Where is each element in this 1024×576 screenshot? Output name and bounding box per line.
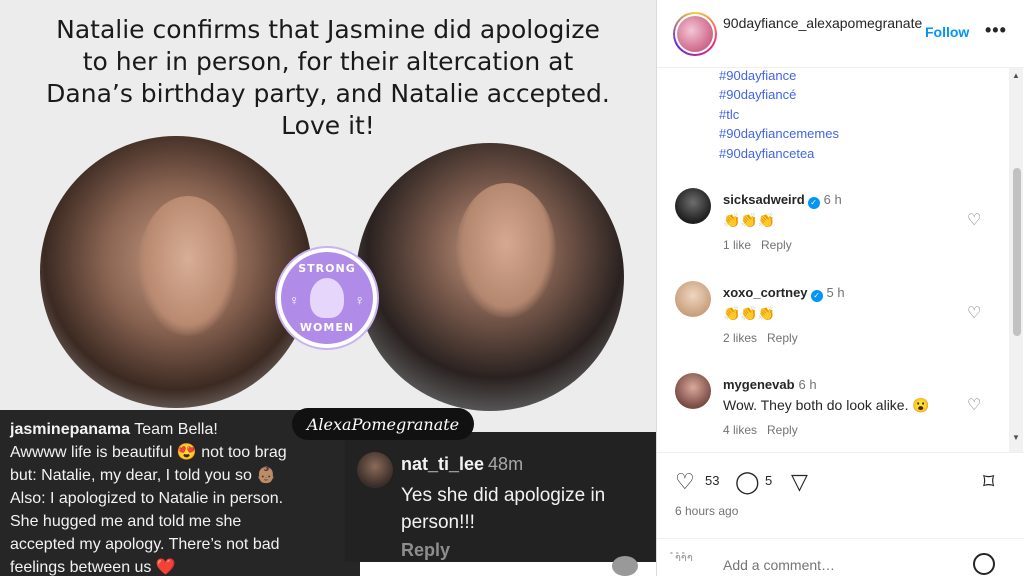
post-header: 90dayfiance_alexapomegranate Follow ••• <box>657 0 1024 68</box>
venus-icon: ♀ <box>289 292 300 308</box>
comment-count[interactable]: 5 <box>765 473 772 488</box>
comment-header: sicksadweird ✓ 6 h <box>723 192 842 209</box>
comment-bubble-icon[interactable]: ◯ <box>735 469 760 495</box>
portrait-natalie <box>356 143 624 411</box>
share-icon[interactable]: ▽ <box>791 469 808 495</box>
headline-line: Dana’s birthday party, and Natalie accep… <box>46 79 610 108</box>
face-shape <box>456 183 556 318</box>
verified-icon: ✓ <box>810 290 823 302</box>
comment-meta: 1 like Reply <box>723 238 802 252</box>
reply-button[interactable]: Reply <box>767 331 798 345</box>
scroll-down-icon[interactable]: ▼ <box>1012 433 1020 442</box>
reply-button[interactable]: Reply <box>767 423 798 437</box>
post-sidebar: 90dayfiance_alexapomegranate Follow ••• … <box>656 0 1024 576</box>
heart-icon[interactable]: ♡ <box>967 395 981 415</box>
scroll-up-icon[interactable]: ▲ <box>1012 71 1020 80</box>
badge-bottom-text: WOMEN <box>299 321 355 334</box>
comment-header: xoxo_cortney ✓ 5 h <box>723 285 845 302</box>
heart-icon[interactable]: ♡ <box>967 210 981 230</box>
comment-text: Yes she did apologize in person!!! <box>401 485 606 533</box>
comment-item: mygenevab 6 h Wow. They both do look alik… <box>657 373 1024 452</box>
reply-button[interactable]: Reply <box>761 238 792 252</box>
like-count[interactable]: 53 <box>705 473 719 488</box>
profile-avatar[interactable] <box>673 12 717 56</box>
post-image: Natalie confirms that Jasmine did apolog… <box>0 0 656 576</box>
heart-icon[interactable]: ♡ <box>967 303 981 323</box>
hashtag-link[interactable]: #90dayfiance <box>719 68 796 83</box>
verified-icon: ✓ <box>807 197 820 209</box>
strong-women-badge: STRONG WOMEN ♀ ♀ <box>277 248 377 348</box>
comment-time: 5 h <box>826 285 845 300</box>
profile-username[interactable]: 90dayfiance_alexapomegranate <box>723 14 928 33</box>
avatar[interactable] <box>675 281 711 317</box>
avatar <box>357 452 393 488</box>
comment-user[interactable]: mygenevab <box>723 377 795 392</box>
comment-user[interactable]: xoxo_cortney <box>723 285 808 300</box>
like-heart-icon[interactable]: ♡ <box>675 469 695 495</box>
hashtag-link[interactable]: #90dayfiancetea <box>719 146 814 161</box>
bookmark-icon[interactable]: ⌑ <box>983 469 994 495</box>
audio-icon[interactable] <box>612 556 638 576</box>
comment-item: xoxo_cortney ✓ 5 h 👏👏👏 2 likes Reply ♡ <box>657 281 1024 371</box>
likes-count[interactable]: 2 likes <box>723 331 757 345</box>
comment-user: jasminepanama <box>10 421 131 438</box>
likes-count[interactable]: 1 like <box>723 238 751 252</box>
comment-meta: 2 likes Reply <box>723 331 808 345</box>
headline-line: Natalie confirms that Jasmine did apolog… <box>56 15 600 44</box>
avatar-image <box>675 14 715 54</box>
comment-item: sicksadweird ✓ 6 h 👏👏👏 1 like Reply ♡ <box>657 188 1024 278</box>
comment-text: Awwww life is beautiful 😍 not too brag <box>10 444 287 461</box>
comment-header: nat_ti_lee 48m <box>401 454 523 475</box>
comment-text: Wow. They both do look alike. 😮 <box>723 397 930 413</box>
headline-line: Love it! <box>281 111 375 140</box>
comment-meta: 4 likes Reply <box>723 423 808 437</box>
post-actions: ♡ 53 ◯ 5 ▽ ⌑ 6 hours ago <box>657 452 1024 538</box>
comment-text: accepted my apology. There’s not bad <box>10 536 280 553</box>
hashtag-link[interactable]: #90dayfiancememes <box>719 126 839 141</box>
portrait-jasmine <box>40 136 312 408</box>
comment-user: nat_ti_lee <box>401 454 485 474</box>
scrollbar-thumb[interactable] <box>1013 168 1021 336</box>
hashtag-link[interactable]: #tlc <box>719 107 739 122</box>
comment-user[interactable]: sicksadweird <box>723 192 805 207</box>
screenshot-comment-natalie: nat_ti_lee 48m Yes she did apologize in p… <box>345 432 656 562</box>
hashtag-link[interactable]: #90dayfiancé <box>719 87 796 102</box>
posted-time[interactable]: 6 hours ago <box>675 504 738 518</box>
comment-prefix: ຳຳຳ <box>675 552 693 564</box>
headline-line: to her in person, for their altercation … <box>82 47 574 76</box>
comment-text: Team Bella! <box>130 421 218 438</box>
follow-button[interactable]: Follow <box>925 24 969 40</box>
avatar[interactable] <box>675 188 711 224</box>
comment-time: 6 h <box>798 377 817 392</box>
reply-label: Reply <box>401 540 451 560</box>
emoji-icon[interactable] <box>973 553 995 575</box>
comment-input[interactable] <box>723 557 963 573</box>
venus-icon: ♀ <box>354 292 366 308</box>
more-options-icon[interactable]: ••• <box>985 20 1007 41</box>
comment-text: Also: I apologized to Natalie in person. <box>10 490 284 507</box>
likes-count[interactable]: 4 likes <box>723 423 757 437</box>
post-headline: Natalie confirms that Jasmine did apolog… <box>0 14 656 142</box>
add-comment-bar: ຳຳຳ <box>657 538 1024 576</box>
comment-header: mygenevab 6 h <box>723 377 817 392</box>
comment-text: but: Natalie, my dear, I told you so 👶🏽 <box>10 467 277 484</box>
comment-time: 6 h <box>823 192 842 207</box>
woman-silhouette-icon <box>310 278 344 318</box>
comment-text: She hugged me and told me she <box>10 513 242 530</box>
face-shape <box>138 196 238 336</box>
comment-time: 48m <box>488 454 524 474</box>
avatar[interactable] <box>675 373 711 409</box>
comment-text: 👏👏👏 <box>723 305 776 321</box>
comment-text: 👏👏👏 <box>723 212 776 228</box>
comments-list[interactable]: #90dayfiance #90dayfiancé #tlc #90dayfia… <box>657 68 1024 452</box>
comment-text: feelings between us ❤️ <box>10 559 176 576</box>
badge-top-text: STRONG <box>298 262 356 275</box>
watermark: AlexaPomegranate <box>292 408 474 440</box>
